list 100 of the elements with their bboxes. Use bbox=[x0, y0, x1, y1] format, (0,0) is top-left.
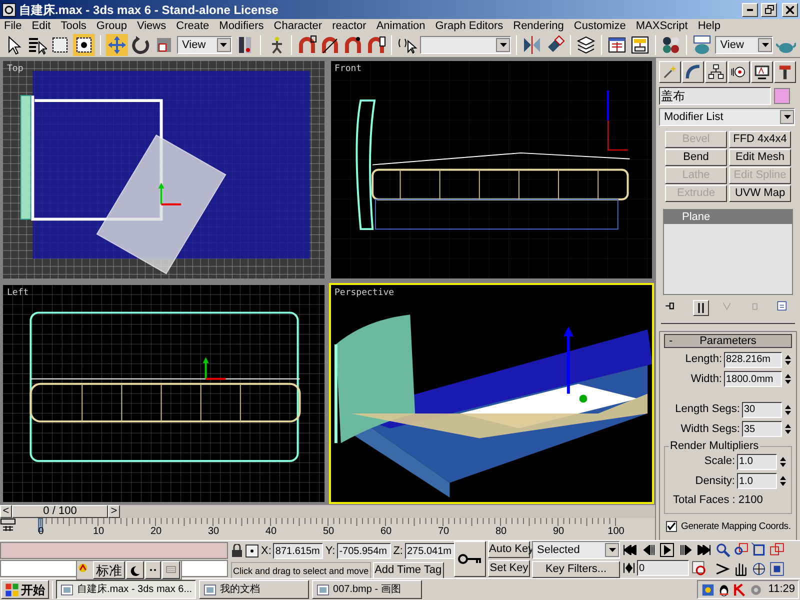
utilities-tab[interactable] bbox=[774, 61, 796, 83]
rotate-icon[interactable] bbox=[131, 35, 151, 55]
named-selection-dropdown[interactable] bbox=[420, 36, 512, 54]
tray-app-icon[interactable] bbox=[701, 582, 716, 596]
restore-button[interactable] bbox=[761, 2, 777, 16]
rollout-toggle[interactable]: - bbox=[665, 336, 683, 347]
zoom-all-icon[interactable] bbox=[733, 542, 749, 558]
go-to-start-icon[interactable] bbox=[623, 544, 637, 554]
field-of-view-icon[interactable] bbox=[715, 561, 731, 577]
scale-icon[interactable] bbox=[154, 35, 174, 55]
y-coordinate-field[interactable]: -705.954m bbox=[337, 543, 392, 560]
menu-item[interactable]: Help bbox=[698, 20, 720, 32]
taskbar-task-button[interactable]: 我的文档 bbox=[199, 580, 310, 599]
menu-item[interactable]: Edit bbox=[32, 20, 51, 32]
hierarchy-tab[interactable] bbox=[705, 61, 727, 83]
menu-item[interactable]: Graph Editors bbox=[435, 20, 504, 32]
modifier-list-dropdown[interactable]: Modifier List bbox=[659, 108, 795, 126]
start-button[interactable]: 开始 bbox=[1, 580, 49, 599]
ime-keyboard-button[interactable] bbox=[162, 561, 180, 579]
parameter-field[interactable]: 35 bbox=[742, 421, 782, 437]
spinner-arrows-icon[interactable] bbox=[784, 402, 792, 416]
previous-frame-button[interactable]: < bbox=[0, 505, 12, 518]
menu-item[interactable]: Create bbox=[176, 20, 210, 32]
axis-gizmo[interactable] bbox=[562, 326, 587, 402]
spinner-arrows-icon[interactable] bbox=[779, 454, 787, 468]
snap-magnet-icon[interactable] bbox=[296, 35, 317, 55]
coordinate-system-dropdown[interactable]: View bbox=[177, 36, 232, 54]
angle-snap-magnet-icon[interactable] bbox=[320, 35, 340, 55]
modifier-button[interactable]: Bend bbox=[665, 149, 727, 166]
viewport[interactable]: Perspective bbox=[328, 282, 654, 504]
viewport-label[interactable]: Top bbox=[7, 63, 24, 76]
ime-moon-button[interactable] bbox=[126, 561, 144, 579]
menu-item[interactable]: File bbox=[4, 20, 22, 32]
x-coordinate-field[interactable]: 871.615m bbox=[273, 543, 324, 560]
mirror-icon[interactable] bbox=[522, 35, 542, 55]
pan-hand-icon[interactable] bbox=[733, 561, 749, 577]
modifier-button[interactable]: Edit Mesh bbox=[729, 149, 791, 166]
mapping-checkbox[interactable] bbox=[666, 521, 677, 532]
layers-icon[interactable] bbox=[576, 35, 596, 55]
modifier-button[interactable]: FFD 4x4x4 bbox=[729, 131, 791, 148]
modify-tab[interactable] bbox=[682, 61, 704, 83]
curve-editor-toggle-icon[interactable] bbox=[0, 518, 16, 532]
window-crossing-icon[interactable] bbox=[74, 35, 94, 55]
app-logo-icon[interactable] bbox=[2, 2, 16, 16]
key-mode-dropdown[interactable]: Selected bbox=[532, 541, 620, 559]
viewport[interactable]: Front bbox=[328, 59, 654, 280]
show-end-result-button[interactable] bbox=[692, 300, 708, 316]
create-tab[interactable] bbox=[659, 61, 681, 83]
set-key-big-button[interactable] bbox=[454, 541, 486, 577]
menu-item[interactable]: Views bbox=[136, 20, 166, 32]
set-key-button[interactable]: Set Key bbox=[488, 560, 530, 577]
menu-item[interactable]: MAXScript bbox=[636, 20, 688, 32]
ime-punctuation-button[interactable] bbox=[145, 561, 161, 579]
viewport-label[interactable]: Left bbox=[7, 286, 29, 300]
move-icon[interactable] bbox=[107, 35, 127, 55]
lock-icon[interactable] bbox=[231, 544, 243, 558]
menu-item[interactable]: reactor bbox=[332, 20, 366, 32]
transform-gizmo[interactable] bbox=[202, 356, 226, 380]
z-coordinate-field[interactable]: 275.041m bbox=[404, 543, 455, 560]
menu-item[interactable]: Tools bbox=[60, 20, 86, 32]
parameter-field[interactable]: 1.0 bbox=[737, 473, 777, 489]
add-time-tag-button[interactable]: Add Time Tag bbox=[372, 562, 444, 578]
rectangle-selection-icon[interactable] bbox=[50, 35, 70, 55]
spinner-arrows-icon[interactable] bbox=[784, 352, 792, 366]
zoom-extents-icon[interactable] bbox=[751, 542, 767, 558]
play-button[interactable] bbox=[660, 542, 674, 556]
time-configuration-icon[interactable] bbox=[691, 560, 707, 576]
spinner-arrows-icon[interactable] bbox=[784, 422, 792, 436]
spinner-arrows-icon[interactable] bbox=[784, 372, 792, 386]
render-teapot-icon[interactable] bbox=[692, 35, 712, 55]
menu-item[interactable]: Character bbox=[274, 20, 322, 32]
parameter-field[interactable]: 30 bbox=[742, 402, 782, 418]
rollout-title[interactable]: Parameters bbox=[683, 336, 791, 347]
taskbar-task-button[interactable]: 自建床.max - 3ds max 6... bbox=[56, 580, 196, 599]
parameter-field[interactable]: 1800.0mm bbox=[724, 371, 782, 387]
modifier-stack-item[interactable]: Plane bbox=[664, 210, 792, 224]
close-button[interactable] bbox=[782, 2, 798, 16]
modifier-button[interactable]: UVW Map bbox=[729, 185, 791, 202]
key-filters-button[interactable]: Key Filters... bbox=[532, 561, 620, 578]
mapping-checkbox-label[interactable]: Generate Mapping Coords. bbox=[681, 520, 791, 534]
parameter-field[interactable]: 828.216m bbox=[724, 352, 782, 368]
next-frame-icon[interactable] bbox=[680, 544, 692, 554]
motion-tab[interactable] bbox=[728, 61, 750, 83]
time-slider-thumb[interactable]: 0 / 100 bbox=[12, 505, 108, 518]
object-name-field[interactable]: 盖布 bbox=[659, 87, 771, 105]
previous-frame-icon[interactable] bbox=[642, 544, 654, 554]
menu-item[interactable]: Customize bbox=[574, 20, 626, 32]
track-view-icon[interactable] bbox=[607, 35, 628, 55]
material-spheres-icon[interactable] bbox=[661, 35, 682, 55]
zoom-extents-all-icon[interactable] bbox=[769, 542, 785, 558]
taskbar-task-button[interactable]: 007.bmp - 画图 bbox=[312, 580, 422, 599]
schematic-view-icon[interactable] bbox=[630, 35, 650, 55]
maximize-viewport-icon[interactable] bbox=[769, 561, 785, 577]
arc-rotate-icon[interactable] bbox=[751, 561, 767, 577]
viewport[interactable]: Top bbox=[1, 59, 326, 280]
percent-snap-magnet-icon[interactable] bbox=[342, 35, 363, 55]
key-mode-toggle-icon[interactable] bbox=[623, 563, 635, 573]
zoom-icon[interactable] bbox=[715, 542, 731, 558]
menu-item[interactable]: Group bbox=[96, 20, 127, 32]
viewport-label[interactable]: Perspective bbox=[334, 286, 394, 300]
